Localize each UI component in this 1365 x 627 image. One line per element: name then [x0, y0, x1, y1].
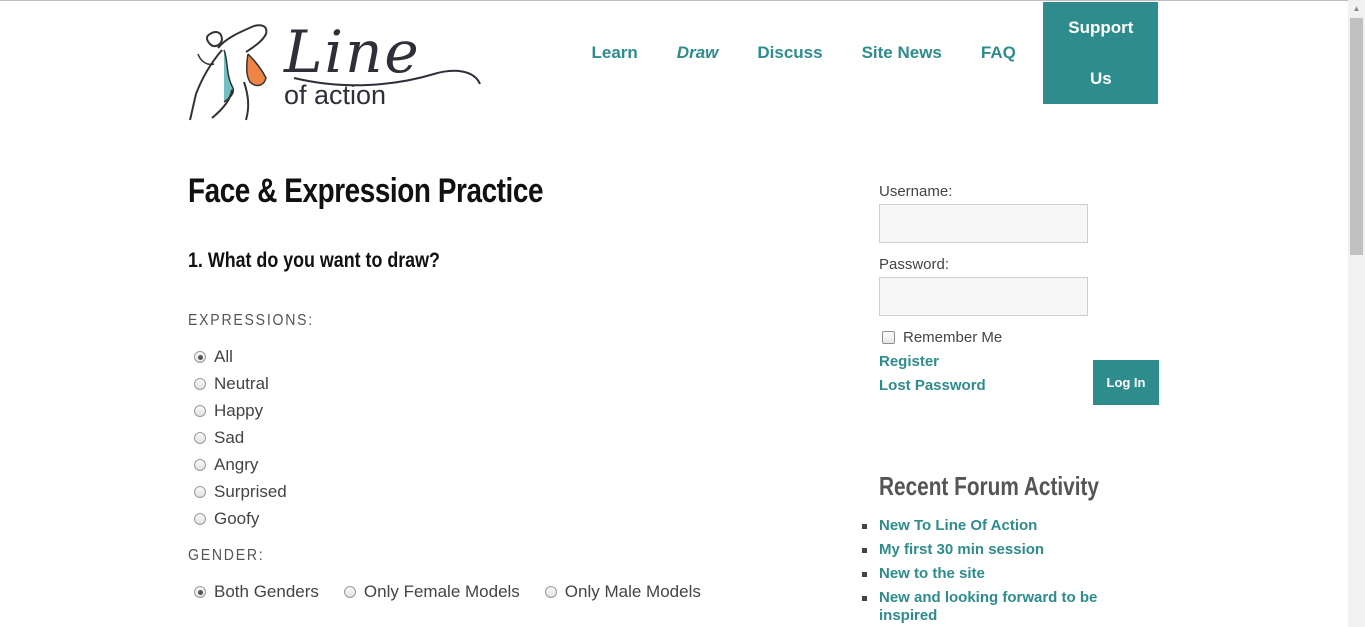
radio-button[interactable]: [194, 586, 206, 598]
register-link[interactable]: Register: [879, 353, 939, 370]
recent-forum-title: Recent Forum Activity: [879, 471, 1099, 501]
radio-label: Surprised: [214, 482, 287, 501]
radio-button[interactable]: [194, 405, 206, 417]
lost-password-link[interactable]: Lost Password: [879, 377, 986, 394]
vertical-scrollbar[interactable]: ▲: [1348, 0, 1365, 627]
forum-link[interactable]: My first 30 min session: [879, 541, 1044, 559]
scroll-thumb[interactable]: [1350, 18, 1363, 255]
site-logo[interactable]: Line of action: [188, 18, 484, 124]
main-nav: Learn Draw Discuss Site News FAQ Support…: [572, 1, 1159, 104]
expression-option-sad[interactable]: Sad: [194, 428, 244, 448]
radio-button[interactable]: [194, 351, 206, 363]
radio-label: Angry: [214, 455, 259, 474]
scroll-up-arrow-icon[interactable]: ▲: [1348, 0, 1365, 17]
username-label: Username:: [879, 183, 953, 200]
nav-draw[interactable]: Draw: [657, 27, 738, 78]
radio-label: Only Male Models: [564, 582, 701, 601]
figure-logo-icon: [189, 24, 268, 121]
radio-button[interactable]: [544, 586, 557, 598]
gender-label: GENDER:: [188, 547, 265, 564]
page-title: Face & Expression Practice: [188, 172, 544, 210]
forum-link[interactable]: New and looking forward to be inspired: [879, 589, 1122, 625]
list-item: New and looking forward to be inspired: [862, 589, 1122, 625]
radio-label: Both Genders: [214, 582, 319, 601]
radio-label: All: [214, 347, 233, 366]
expression-option-angry[interactable]: Angry: [194, 455, 258, 475]
radio-label: Only Female Models: [363, 582, 520, 601]
expressions-label: EXPRESSIONS:: [188, 312, 314, 329]
nav-faq[interactable]: FAQ: [961, 27, 1035, 78]
gender-option-both[interactable]: Both Genders: [194, 582, 319, 602]
radio-label: Goofy: [214, 509, 260, 528]
question-heading: 1. What do you want to draw?: [188, 249, 440, 272]
expression-option-all[interactable]: All: [194, 347, 233, 367]
password-input[interactable]: [879, 277, 1088, 316]
radio-button[interactable]: [194, 459, 206, 471]
recent-forum-list: New To Line Of Action My first 30 min se…: [862, 517, 1122, 627]
forum-link[interactable]: New to the site: [879, 565, 985, 583]
remember-me[interactable]: Remember Me: [882, 329, 1002, 346]
gender-option-male[interactable]: Only Male Models: [544, 582, 701, 602]
bullet-icon: [862, 572, 867, 577]
password-label: Password:: [879, 256, 950, 273]
bullet-icon: [862, 596, 867, 601]
radio-label: Neutral: [214, 374, 269, 393]
list-item: New to the site: [862, 565, 1122, 583]
gender-options: Both Genders Only Female Models Only Mal…: [194, 582, 726, 602]
login-button[interactable]: Log In: [1093, 360, 1159, 405]
forum-link[interactable]: New To Line Of Action: [879, 517, 1037, 535]
list-item: New To Line Of Action: [862, 517, 1122, 535]
nav-learn[interactable]: Learn: [572, 27, 657, 78]
remember-me-label: Remember Me: [903, 329, 1003, 346]
expression-option-surprised[interactable]: Surprised: [194, 482, 287, 502]
list-item: My first 30 min session: [862, 541, 1122, 559]
nav-site-news[interactable]: Site News: [842, 27, 961, 78]
expression-option-happy[interactable]: Happy: [194, 401, 263, 421]
radio-button[interactable]: [194, 513, 206, 525]
top-border: [0, 0, 1365, 1]
bullet-icon: [862, 548, 867, 553]
radio-button[interactable]: [194, 432, 206, 444]
gender-option-female[interactable]: Only Female Models: [343, 582, 520, 602]
radio-button[interactable]: [343, 586, 356, 598]
radio-button[interactable]: [194, 378, 206, 390]
logo-of-action-text: of action: [284, 80, 387, 110]
expression-option-neutral[interactable]: Neutral: [194, 374, 269, 394]
expression-option-goofy[interactable]: Goofy: [194, 509, 259, 529]
radio-label: Happy: [214, 401, 264, 420]
username-input[interactable]: [879, 204, 1088, 243]
support-us-button[interactable]: Support Us: [1043, 1, 1159, 104]
nav-discuss[interactable]: Discuss: [738, 27, 842, 78]
radio-label: Sad: [214, 428, 245, 447]
bullet-icon: [862, 524, 867, 529]
radio-button[interactable]: [194, 486, 206, 498]
remember-me-checkbox[interactable]: [882, 331, 895, 344]
